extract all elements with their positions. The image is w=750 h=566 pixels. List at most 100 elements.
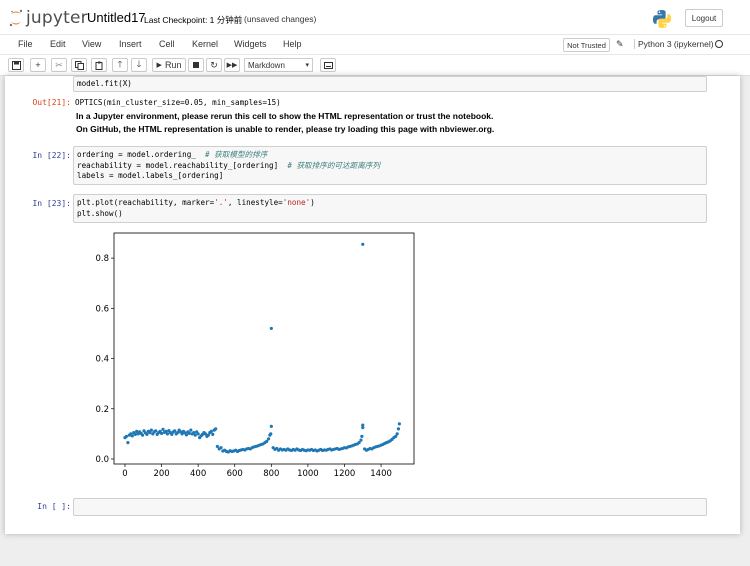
data-point (173, 429, 177, 433)
menu-file[interactable]: File (18, 39, 33, 49)
in-prompt-empty: In [ ]: (37, 502, 71, 511)
data-point (140, 433, 145, 437)
x-tick-label: 600 (227, 469, 243, 479)
output-warning-line-1: In a Jupyter environment, please rerun t… (76, 111, 494, 121)
jupyter-logo[interactable]: jupyter (9, 8, 88, 28)
chevron-down-icon: ▾ (305, 62, 309, 69)
x-tick-label: 0 (122, 469, 127, 479)
code-string: 'none' (282, 198, 311, 207)
in-prompt-22: In [22]: (32, 151, 71, 160)
data-point (396, 427, 401, 431)
run-button[interactable]: ▶ Run (152, 58, 186, 72)
code-comment: # 获取模型的排序 (205, 150, 268, 159)
code-string: '.' (214, 198, 228, 207)
data-point (361, 423, 365, 427)
y-tick-label: 0.2 (95, 405, 109, 415)
x-tick-label: 1200 (334, 469, 356, 479)
data-point (130, 434, 134, 438)
autosave-status: (unsaved changes) (244, 14, 317, 24)
paste-button[interactable] (91, 58, 107, 72)
x-tick-label: 800 (263, 469, 279, 479)
insert-cell-button[interactable]: + (30, 58, 46, 72)
python-logo-icon (653, 10, 671, 28)
in-prompt-23: In [23]: (32, 199, 71, 208)
restart-button[interactable]: ↻ (206, 58, 222, 72)
edit-mode-pencil-icon: ✎ (616, 39, 624, 49)
last-checkpoint: Last Checkpoint: 1 分钟前 (144, 15, 243, 25)
menu-help[interactable]: Help (283, 39, 302, 49)
arrow-down-icon: 🡓 (136, 59, 142, 69)
kernel-name[interactable]: Python 3 (ipykernel) (634, 39, 714, 49)
fast-forward-icon: ▶▶ (226, 62, 238, 69)
data-point (211, 432, 215, 436)
keyboard-icon (323, 61, 333, 69)
menu-edit[interactable]: Edit (50, 39, 66, 49)
data-point (159, 431, 164, 435)
code-line: model.fit(X) (77, 79, 132, 88)
data-point (165, 432, 170, 436)
data-point (149, 428, 153, 432)
plus-icon: + (35, 60, 41, 70)
x-tick-label: 1000 (297, 469, 319, 479)
scissors-icon: ✂ (55, 59, 63, 70)
code-block: ordering = model.ordering_ # 获取模型的排序 rea… (77, 150, 380, 182)
paste-icon (95, 61, 102, 70)
output-warning-line-2: On GitHub, the HTML representation is un… (76, 124, 495, 134)
cell-type-value: Markdown (248, 60, 285, 70)
restart-run-all-button[interactable]: ▶▶ (224, 58, 240, 72)
menu-widgets[interactable]: Widgets (234, 39, 267, 49)
scatter-plot: 0 200 400 600 800 1000 1200 1400 0.0 0.2 0.4 0.6 0.8 (95, 232, 415, 479)
y-tick-label: 0.0 (95, 455, 109, 465)
not-trusted-button[interactable]: Not Trusted (563, 38, 610, 52)
data-point (184, 433, 189, 437)
interrupt-button[interactable] (188, 58, 204, 72)
data-point (196, 432, 200, 436)
code-seg: ) (310, 198, 315, 207)
move-up-button[interactable]: 🡑 (112, 58, 128, 72)
copy-button[interactable] (71, 58, 87, 72)
y-tick-label: 0.4 (95, 355, 109, 365)
notebook-container: model.fit(X) Out[21]: OPTICS(min_cluster… (5, 76, 740, 534)
data-point (361, 242, 365, 246)
data-point (133, 432, 137, 436)
data-point (397, 422, 401, 426)
cut-button[interactable]: ✂ (51, 58, 67, 72)
code-cell-20-input[interactable]: model.fit(X) (73, 76, 707, 92)
arrow-up-icon: 🡑 (117, 59, 123, 69)
out-prompt-21: Out[21]: (32, 98, 71, 107)
menu-view[interactable]: View (82, 39, 101, 49)
logout-button[interactable]: Logout (685, 9, 723, 27)
cell-type-select[interactable]: Markdown ▾ (244, 58, 313, 72)
data-point (187, 431, 191, 435)
code-cell-22-input[interactable]: ordering = model.ordering_ # 获取模型的排序 rea… (73, 146, 707, 185)
data-point (360, 434, 364, 438)
menu-kernel[interactable]: Kernel (192, 39, 218, 49)
save-button[interactable] (8, 58, 24, 72)
output-repr: OPTICS(min_cluster_size=0.05, min_sample… (75, 98, 281, 107)
x-tick-label: 200 (153, 469, 169, 479)
code-line-3: labels = model.labels_[ordering] (77, 171, 224, 180)
menubar: File Edit View Insert Cell Kernel Widget… (0, 34, 750, 55)
code-cell-23-input[interactable]: plt.plot(reachability, marker='.', lines… (73, 194, 707, 223)
menu-insert[interactable]: Insert (119, 39, 142, 49)
data-point (145, 432, 149, 436)
command-palette-button[interactable] (320, 58, 336, 72)
kernel-idle-indicator-icon (715, 40, 723, 48)
code-seg: , linestyle= (227, 198, 283, 207)
code-seg: plt.plot(reachability, marker= (77, 198, 215, 207)
empty-code-cell-input[interactable] (73, 498, 707, 516)
data-point (219, 446, 223, 450)
menu-cell[interactable]: Cell (159, 39, 175, 49)
data-point (359, 438, 363, 442)
header: jupyter Untitled17 Last Checkpoint: 1 分钟… (0, 0, 750, 34)
y-tick-label: 0.6 (95, 304, 109, 314)
data-point (189, 428, 193, 432)
code-line-2: reachability = model.reachability_[order… (77, 160, 288, 170)
move-down-button[interactable]: 🡓 (131, 58, 147, 72)
code-comment: # 获取排序的可达距离序列 (287, 160, 380, 170)
data-point (124, 434, 129, 438)
jupyter-logo-text: jupyter (26, 8, 88, 28)
notebook-name[interactable]: Untitled17 (87, 10, 146, 25)
restart-icon: ↻ (210, 59, 218, 70)
data-point (395, 432, 399, 436)
